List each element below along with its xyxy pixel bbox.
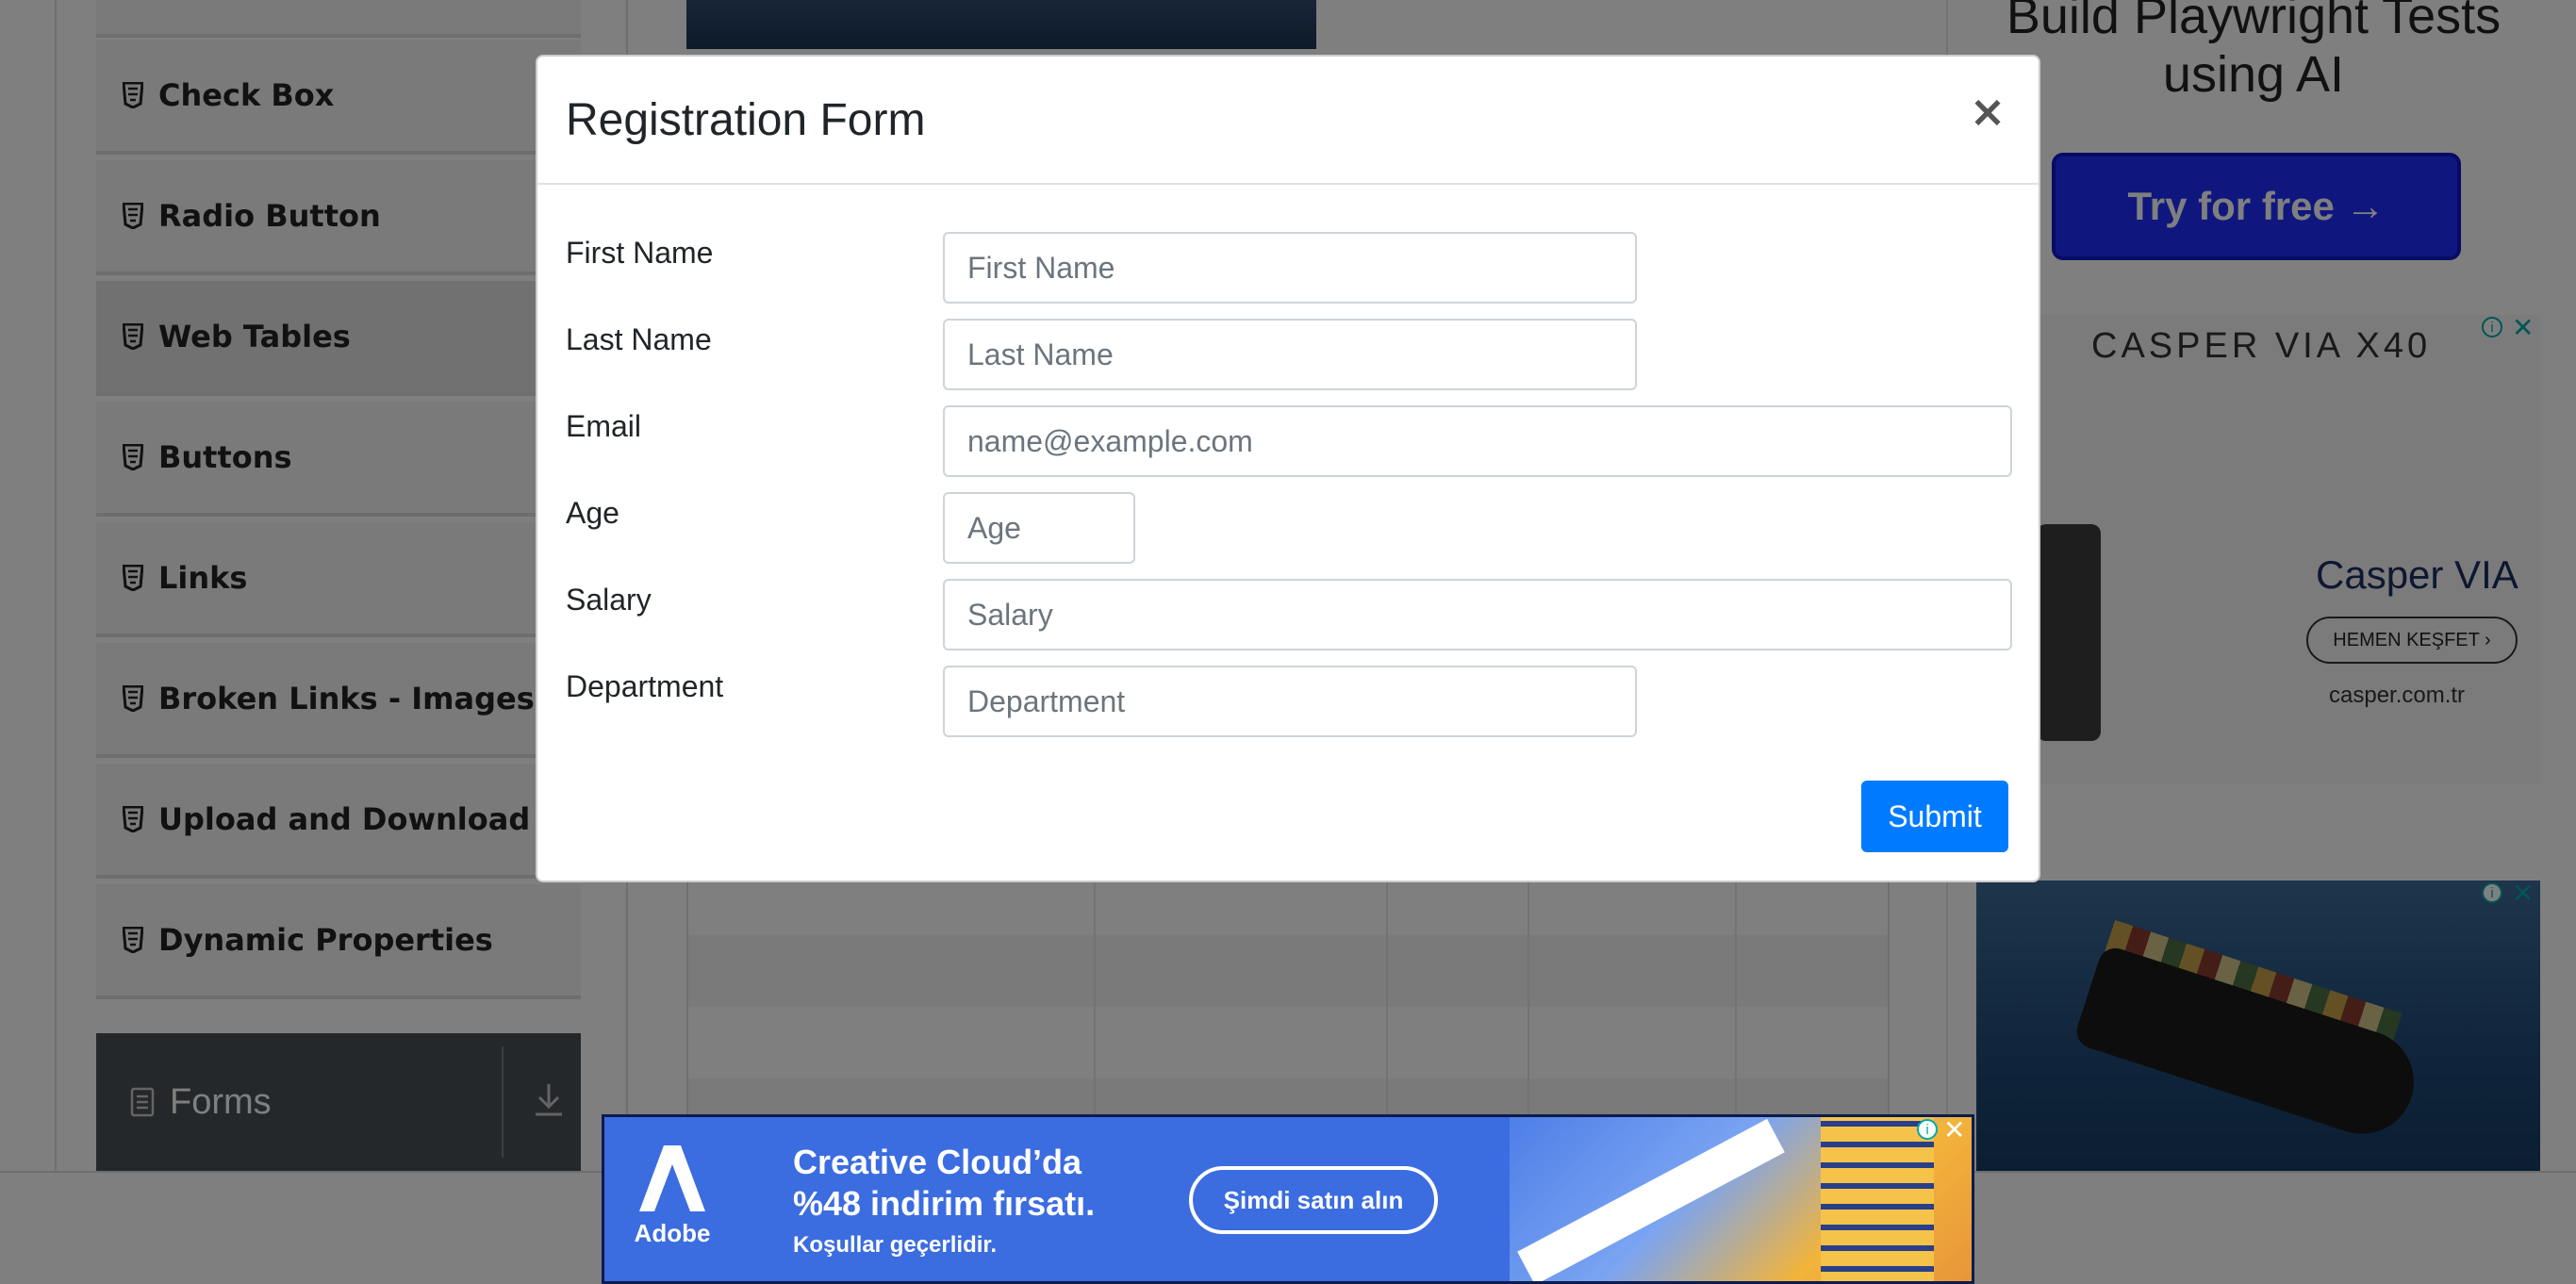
adobe-ad-banner[interactable]: Adobe Creative Cloud’da %48 indirim fırs… <box>602 1114 1974 1284</box>
first-name-label: First Name <box>566 236 714 270</box>
email-label: Email <box>566 409 642 443</box>
buy-now-button[interactable]: Şimdi satın alın <box>1189 1166 1438 1234</box>
department-label: Department <box>566 669 724 703</box>
pier-illustration <box>1517 1118 1785 1281</box>
adobe-logo: Adobe <box>633 1145 712 1268</box>
ad-close-icon[interactable]: ✕ <box>1943 1117 1965 1144</box>
adobe-logo-text: Adobe <box>634 1219 711 1247</box>
modal-header: Registration Form × <box>537 57 2039 185</box>
submit-button[interactable]: Submit <box>1861 781 2008 852</box>
age-input[interactable] <box>943 492 1135 564</box>
modal-title: Registration Form <box>566 95 926 145</box>
adobe-a-icon <box>639 1145 705 1211</box>
adobe-subtext: Koşullar geçerlidir. <box>793 1232 998 1258</box>
age-label: Age <box>566 496 619 530</box>
close-icon[interactable]: × <box>1969 89 2006 134</box>
salary-label: Salary <box>566 583 652 617</box>
building-illustration <box>1821 1117 1934 1281</box>
ad-info-icon[interactable]: i <box>1917 1119 1938 1140</box>
department-input[interactable] <box>943 666 1637 737</box>
last-name-input[interactable] <box>943 319 1637 390</box>
first-name-input[interactable] <box>943 232 1637 304</box>
adobe-headline: Creative Cloud’da %48 indirim fırsatı. <box>793 1143 1096 1223</box>
registration-form-modal: Registration Form × First Name Last Name… <box>536 55 2040 882</box>
email-field[interactable] <box>943 405 2012 477</box>
adobe-ad-illustration <box>1510 1117 1972 1281</box>
salary-input[interactable] <box>943 579 2012 650</box>
last-name-label: Last Name <box>566 322 712 356</box>
